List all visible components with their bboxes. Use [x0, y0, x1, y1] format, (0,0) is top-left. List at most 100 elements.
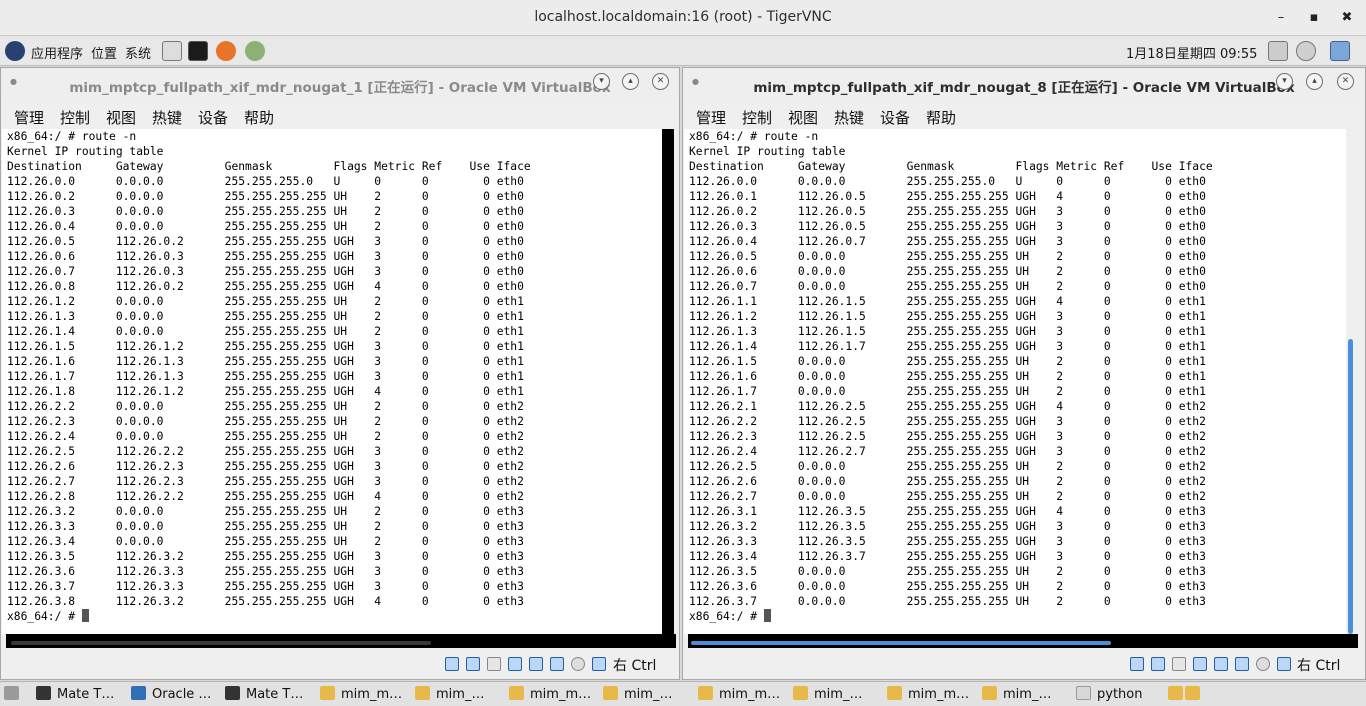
- taskbar-item[interactable]: python: [1076, 684, 1142, 705]
- close-button[interactable]: ✕: [1337, 73, 1354, 90]
- scroll-thumb[interactable]: [11, 641, 431, 645]
- hard-disk-icon[interactable]: [1130, 657, 1144, 671]
- shared-folder-icon[interactable]: [550, 657, 564, 671]
- floppy-icon[interactable]: [487, 657, 501, 671]
- menu-control[interactable]: 控制: [742, 107, 772, 128]
- minimize-button[interactable]: –: [1272, 9, 1290, 27]
- terminal-line: 112.26.0.8 112.26.0.2 255.255.255.255 UG…: [7, 280, 524, 293]
- taskbar-item[interactable]: mim_…: [415, 684, 484, 705]
- terminal-line: 112.26.0.0 0.0.0.0 255.255.255.0 U 0 0 0…: [689, 175, 1206, 188]
- fedora-logo-icon[interactable]: [5, 41, 25, 61]
- taskbar-item[interactable]: mim_…: [982, 684, 1051, 705]
- places-menu[interactable]: 位置: [91, 43, 117, 62]
- vm-icon: [603, 686, 618, 700]
- terminal-output[interactable]: x86_64:/ # route -n Kernel IP routing tab…: [684, 129, 1346, 634]
- terminal-line: 112.26.3.7 0.0.0.0 255.255.255.255 UH 2 …: [689, 595, 1206, 608]
- menu-devices[interactable]: 设备: [198, 107, 228, 128]
- terminal-line: 112.26.2.4 0.0.0.0 255.255.255.255 UH 2 …: [7, 430, 524, 443]
- mouse-integration-icon[interactable]: [1277, 657, 1291, 671]
- terminal-line: 112.26.2.6 0.0.0.0 255.255.255.255 UH 2 …: [689, 475, 1206, 488]
- menu-control[interactable]: 控制: [60, 107, 90, 128]
- network-icon[interactable]: [1330, 41, 1350, 61]
- scroll-thumb[interactable]: [691, 641, 1111, 645]
- close-button[interactable]: ✖: [1338, 9, 1356, 27]
- terminal-line: 112.26.1.5 0.0.0.0 255.255.255.255 UH 2 …: [689, 355, 1206, 368]
- scroll-thumb[interactable]: [1348, 339, 1353, 634]
- terminal-line: 112.26.0.4 0.0.0.0 255.255.255.255 UH 2 …: [7, 220, 524, 233]
- network-adapter-icon[interactable]: [1193, 657, 1207, 671]
- text-editor-icon[interactable]: [162, 41, 182, 61]
- taskbar-item[interactable]: Mate T…: [36, 684, 114, 705]
- firefox-icon[interactable]: [216, 41, 236, 61]
- workspace-switcher[interactable]: [1168, 684, 1206, 705]
- menu-hotkeys[interactable]: 热键: [152, 107, 182, 128]
- menu-hotkeys[interactable]: 热键: [834, 107, 864, 128]
- taskbar-item[interactable]: mim_m…: [698, 684, 780, 705]
- terminal-prompt[interactable]: x86_64:/ #: [689, 609, 1346, 624]
- top-panel: 应用程序 位置 系统 1月18日星期四 09:55: [0, 36, 1366, 66]
- host-key-label: 右 Ctrl: [613, 658, 657, 674]
- menu-help[interactable]: 帮助: [926, 107, 956, 128]
- capture-icon[interactable]: [571, 657, 585, 671]
- maximize-button[interactable]: ▪: [1305, 9, 1323, 27]
- menu-view[interactable]: 视图: [788, 107, 818, 128]
- menu-manage[interactable]: 管理: [14, 107, 44, 128]
- taskbar-item[interactable]: Oracle …: [131, 684, 211, 705]
- show-desktop-icon[interactable]: [4, 684, 25, 705]
- terminal-line: 112.26.2.7 112.26.2.3 255.255.255.255 UG…: [7, 475, 524, 488]
- cursor: [81, 609, 89, 622]
- vm-window-8-titlebar: ● mim_mptcp_fullpath_xif_mdr_nougat_8 [正…: [683, 68, 1365, 98]
- terminal-line: 112.26.1.7 112.26.1.3 255.255.255.255 UG…: [7, 370, 524, 383]
- taskbar: Mate T… Oracle … Mate T… mim_m… mim_… mi…: [0, 681, 1366, 706]
- terminal-prompt[interactable]: x86_64:/ #: [7, 609, 662, 624]
- menu-manage[interactable]: 管理: [696, 107, 726, 128]
- terminal-icon[interactable]: [188, 41, 208, 61]
- horizontal-scrollbar[interactable]: [6, 634, 676, 648]
- terminal-line: 112.26.3.3 0.0.0.0 255.255.255.255 UH 2 …: [7, 520, 524, 533]
- vnc-title: localhost.localdomain:16 (root) - TigerV…: [534, 9, 832, 25]
- usb-icon[interactable]: [529, 657, 543, 671]
- menu-devices[interactable]: 设备: [880, 107, 910, 128]
- taskbar-item[interactable]: mim_m…: [509, 684, 591, 705]
- terminal-line: Kernel IP routing table: [689, 145, 846, 158]
- hard-disk-icon[interactable]: [445, 657, 459, 671]
- horizontal-scrollbar[interactable]: [688, 634, 1358, 648]
- maximize-button[interactable]: ▴: [1306, 73, 1323, 90]
- usb-icon[interactable]: [1214, 657, 1228, 671]
- minimize-button[interactable]: ▾: [1276, 73, 1293, 90]
- optical-drive-icon[interactable]: [466, 657, 480, 671]
- mouse-integration-icon[interactable]: [592, 657, 606, 671]
- terminal-line: Kernel IP routing table: [7, 145, 164, 158]
- terminal-icon: [36, 686, 51, 700]
- system-menu[interactable]: 系统: [125, 43, 151, 62]
- menu-view[interactable]: 视图: [106, 107, 136, 128]
- floppy-icon[interactable]: [1172, 657, 1186, 671]
- terminal-line: 112.26.1.4 0.0.0.0 255.255.255.255 UH 2 …: [7, 325, 524, 338]
- taskbar-item[interactable]: mim_m…: [320, 684, 402, 705]
- shared-folder-icon[interactable]: [1235, 657, 1249, 671]
- terminal-line: 112.26.0.0 0.0.0.0 255.255.255.0 U 0 0 0…: [7, 175, 524, 188]
- terminal-output[interactable]: x86_64:/ # route -n Kernel IP routing tab…: [2, 129, 662, 634]
- menu-help[interactable]: 帮助: [244, 107, 274, 128]
- keyboard-icon[interactable]: [1268, 41, 1288, 61]
- volume-icon[interactable]: [1296, 41, 1316, 61]
- network-adapter-icon[interactable]: [508, 657, 522, 671]
- minimize-button[interactable]: ▾: [593, 73, 610, 90]
- taskbar-item[interactable]: mim_…: [603, 684, 672, 705]
- maximize-button[interactable]: ▴: [622, 73, 639, 90]
- screenshot-icon[interactable]: [245, 41, 265, 61]
- taskbar-item[interactable]: mim_m…: [887, 684, 969, 705]
- taskbar-item[interactable]: mim_…: [793, 684, 862, 705]
- terminal-line: 112.26.3.6 0.0.0.0 255.255.255.255 UH 2 …: [689, 580, 1206, 593]
- cursor: [763, 609, 771, 622]
- vertical-scrollbar[interactable]: [662, 129, 674, 634]
- taskbar-item[interactable]: Mate T…: [225, 684, 303, 705]
- applications-menu[interactable]: 应用程序: [31, 43, 83, 62]
- datetime[interactable]: 1月18日星期四 09:55: [1126, 43, 1257, 62]
- capture-icon[interactable]: [1256, 657, 1270, 671]
- optical-drive-icon[interactable]: [1151, 657, 1165, 671]
- close-button[interactable]: ✕: [652, 73, 669, 90]
- terminal-line: 112.26.3.3 112.26.3.5 255.255.255.255 UG…: [689, 535, 1206, 548]
- vertical-scrollbar[interactable]: [1346, 129, 1358, 634]
- terminal-line: 112.26.3.4 0.0.0.0 255.255.255.255 UH 2 …: [7, 535, 524, 548]
